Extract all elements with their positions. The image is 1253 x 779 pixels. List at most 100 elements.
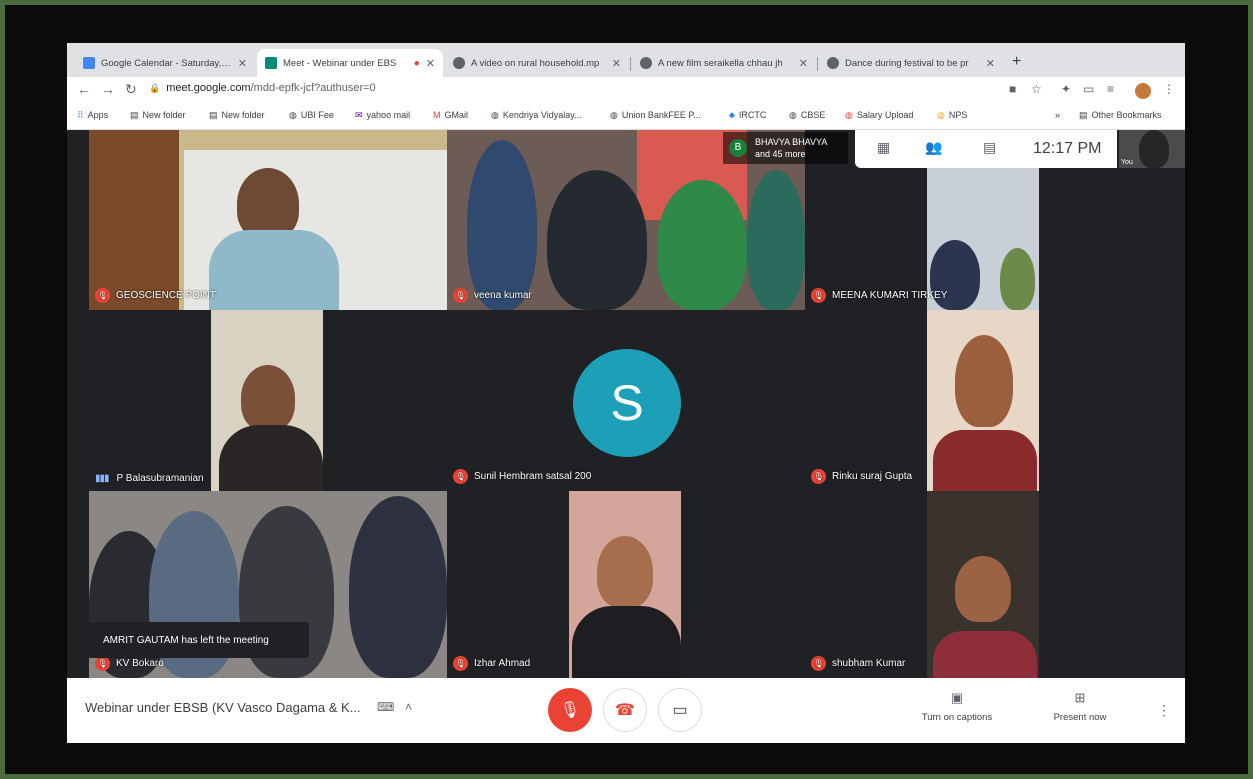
tab-title: A new film seraikella chhau jh <box>658 57 783 69</box>
address-bar[interactable]: 🔒 meet.google.com/mdd-epfk-jcf?authuser=0 <box>149 82 376 94</box>
participant-video <box>467 140 537 310</box>
folder-icon: ▤ <box>1079 110 1088 120</box>
globe-icon <box>827 57 839 69</box>
self-label: You <box>1121 159 1133 166</box>
participant-name: 🎙 MEENA KUMARI TIRKEY <box>811 288 947 303</box>
mic-off-icon: 🎙 <box>811 656 826 671</box>
forward-icon[interactable]: → <box>101 81 115 97</box>
participant-initial-avatar: B <box>729 139 747 157</box>
participant-tile[interactable]: ▮▮▮ P Balasubramanian <box>89 310 447 491</box>
globe-icon: ◍ <box>610 110 618 120</box>
participant-face <box>241 365 295 431</box>
mail-icon: ✉ <box>355 110 363 120</box>
reading-list-icon[interactable]: ≡ <box>1107 82 1114 96</box>
recording-dot-icon: ● <box>413 57 420 69</box>
turn-on-captions-button[interactable]: ▣ Turn on captions <box>917 690 997 723</box>
tab-chhau-film[interactable]: A new film seraikella chhau jh ✕ <box>632 49 816 77</box>
leave-call-button[interactable]: ☎ <box>603 688 647 732</box>
participant-name: 🎙 veena kumar <box>453 288 532 303</box>
tab-title: Dance during festival to be pr <box>845 57 969 69</box>
back-icon[interactable]: ← <box>77 81 91 97</box>
close-icon[interactable]: ✕ <box>986 57 995 70</box>
present-now-button[interactable]: ⊞ Present now <box>1047 690 1113 723</box>
menu-kebab-icon[interactable]: ⋮ <box>1163 82 1175 96</box>
present-label: Present now <box>1053 712 1107 723</box>
bookmark-ubi-fee[interactable]: ◍ UBI Fee <box>289 110 334 121</box>
bookmark-new-folder[interactable]: ▤ New folder <box>130 110 186 121</box>
bookmark-kendriya[interactable]: ◍ Kendriya Vidyalay... <box>491 110 582 121</box>
participant-tile[interactable]: 🎙 shubham Kumar <box>805 491 1163 678</box>
participant-name: ▮▮▮ P Balasubramanian <box>95 473 204 484</box>
extensions-icon[interactable]: ✦ <box>1061 82 1071 96</box>
tab-meet[interactable]: Meet - Webinar under EBS ● ✕ <box>257 49 443 77</box>
chat-icon[interactable]: ▤ <box>983 139 996 156</box>
bookmark-union-bank[interactable]: ◍ Union BankFEE P... <box>610 110 701 121</box>
close-icon[interactable]: ✕ <box>426 57 435 70</box>
tab-separator <box>817 57 818 71</box>
participant-video <box>657 180 747 310</box>
meeting-info-bar: ▦ 👥 ▤ 12:17 PM <box>855 130 1117 168</box>
self-video <box>1139 130 1169 168</box>
globe-icon: ◍ <box>937 110 945 120</box>
participant-name: 🎙 Izhar Ahmad <box>453 656 530 671</box>
new-tab-button[interactable]: + <box>1012 53 1021 71</box>
reload-icon[interactable]: ↻ <box>125 81 137 98</box>
tab-title: Google Calendar - Saturday, J... <box>101 57 232 69</box>
participant-name: 🎙 Rinku suraj Gupta <box>811 469 912 484</box>
star-icon[interactable]: ☆ <box>1031 82 1042 96</box>
meet-icon <box>265 57 277 69</box>
close-icon[interactable]: ✕ <box>612 57 621 70</box>
camera-indicator-icon[interactable]: ■ <box>1009 82 1016 96</box>
bookmark-salary-upload[interactable]: ◍ Salary Upload <box>845 110 913 121</box>
people-icon[interactable]: 👥 <box>925 139 942 156</box>
close-icon[interactable]: ✕ <box>799 57 808 70</box>
bookmark-new-folder-2[interactable]: ▤ New folder <box>209 110 265 121</box>
present-icon: ⊞ <box>1074 690 1086 705</box>
tab-google-calendar[interactable]: Google Calendar - Saturday, J... ✕ <box>75 49 255 77</box>
camera-toggle-button[interactable]: ▭ <box>658 688 702 732</box>
globe-icon: ◍ <box>845 110 853 120</box>
other-participants-badge[interactable]: B BHAVYA BHAVYA and 45 more <box>723 132 848 164</box>
bookmark-apps[interactable]: ⠿ Apps <box>77 110 108 121</box>
tab-separator <box>630 57 631 71</box>
others-name: BHAVYA BHAVYA <box>755 137 828 147</box>
participant-face <box>955 556 1011 622</box>
bookmark-yahoo-mail[interactable]: ✉ yahoo mail <box>355 110 410 121</box>
bookmark-cbse[interactable]: ◍ CBSE <box>789 110 825 121</box>
bookmarks-overflow-icon[interactable]: » <box>1055 110 1060 120</box>
meeting-title[interactable]: Webinar under EBSB (KV Vasco Dagama & K.… <box>85 700 361 715</box>
mic-off-icon: 🎙 <box>95 656 110 671</box>
chevron-up-icon[interactable]: ˄ <box>405 700 412 714</box>
tab-dance-festival[interactable]: Dance during festival to be pr ✕ <box>819 49 1003 77</box>
tab-rural-video[interactable]: A video on rural household.mp ✕ <box>445 49 629 77</box>
participant-tile[interactable]: 🎙 Izhar Ahmad <box>447 491 805 678</box>
profile-avatar[interactable] <box>1135 83 1151 99</box>
mic-off-icon: 🎙 <box>559 702 581 719</box>
close-icon[interactable]: ✕ <box>238 57 247 70</box>
layout-grid-icon[interactable]: ▦ <box>877 139 890 156</box>
participant-tile[interactable]: 🎙 GEOSCIENCE POINT <box>89 130 447 310</box>
bookmarks-bar: ⠿ Apps ▤ New folder ▤ New folder ◍ UBI Fee ✉… <box>67 103 1185 130</box>
participant-tile[interactable]: 🎙 Rinku suraj Gupta <box>805 310 1163 491</box>
captions-chip-icon[interactable]: ⌨ <box>377 700 394 714</box>
notification-toast: AMRIT GAUTAM has left the meeting <box>87 622 309 658</box>
tab-title: A video on rural household.mp <box>471 57 600 69</box>
browser-window: Google Calendar - Saturday, J... ✕ Meet … <box>67 43 1185 743</box>
cast-icon[interactable]: ▭ <box>1083 82 1094 96</box>
bookmark-gmail[interactable]: M GMail <box>433 110 468 120</box>
participant-video <box>547 170 647 310</box>
other-bookmarks[interactable]: ▤ Other Bookmarks <box>1079 110 1162 121</box>
more-options-icon[interactable]: ⋮ <box>1157 702 1171 719</box>
bookmark-irctc[interactable]: ♣ IRCTC <box>729 110 766 120</box>
meeting-stage: 🎙 GEOSCIENCE POINT 🎙 veena kumar 🎙 MEENA KU… <box>67 130 1185 678</box>
meeting-controls-bar: Webinar under EBSB (KV Vasco Dagama & K.… <box>67 678 1185 743</box>
mic-off-icon: 🎙 <box>453 288 468 303</box>
participant-name: 🎙 GEOSCIENCE POINT <box>95 288 216 303</box>
self-view-tile[interactable]: You <box>1119 130 1185 168</box>
lock-icon: 🔒 <box>149 83 161 93</box>
mic-off-icon: 🎙 <box>811 288 826 303</box>
mic-toggle-button[interactable]: 🎙 <box>548 688 592 732</box>
participant-shirt <box>209 230 339 310</box>
captions-icon: ▣ <box>950 690 964 705</box>
bookmark-nps[interactable]: ◍ NPS <box>937 110 967 121</box>
